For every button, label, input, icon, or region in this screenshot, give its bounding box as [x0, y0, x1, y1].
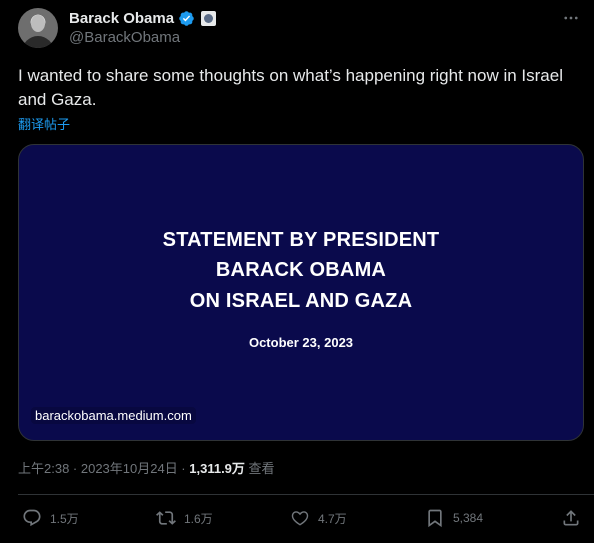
card-domain: barackobama.medium.com — [31, 407, 196, 424]
government-badge-icon[interactable] — [201, 10, 217, 26]
repost-count: 1.6万 — [184, 511, 213, 526]
repost-button[interactable]: 1.6万 — [156, 508, 213, 528]
tweet: Barack Obama @BarackObama I wanted to sh… — [0, 0, 594, 543]
views-label: 查看 — [244, 461, 275, 476]
author-name[interactable]: Barack Obama — [69, 10, 174, 27]
timestamp[interactable]: 上午2:38 · 2023年10月24日 · — [18, 461, 189, 476]
avatar[interactable] — [18, 8, 58, 48]
verified-badge-icon[interactable] — [178, 10, 195, 27]
tweet-text: I wanted to share some thoughts on what’… — [18, 66, 563, 109]
link-card[interactable]: STATEMENT BY PRESIDENT BARACK OBAMA ON I… — [18, 144, 584, 441]
like-count: 4.7万 — [318, 511, 347, 526]
more-horizontal-icon[interactable] — [562, 9, 580, 27]
avatar-face — [31, 15, 45, 32]
card-date: October 23, 2023 — [248, 335, 354, 350]
bookmark-count: 5,384 — [453, 511, 484, 525]
bookmark-icon — [428, 509, 442, 528]
avatar-shoulders — [22, 36, 54, 48]
card-headline-line-3: ON ISRAEL AND GAZA — [189, 290, 413, 312]
name-row: Barack Obama — [69, 8, 217, 28]
card-headline-line-2: BARACK OBAMA — [215, 259, 387, 281]
views-count: 1,311.9万 — [189, 461, 245, 476]
heart-icon — [291, 511, 309, 526]
tweet-meta: 上午2:38 · 2023年10月24日 · 1,311.9万 查看 — [18, 458, 275, 477]
divider — [18, 494, 594, 495]
reply-icon — [23, 509, 41, 527]
bookmark-button[interactable]: 5,384 — [425, 508, 483, 528]
reply-button[interactable]: 1.5万 — [22, 508, 79, 528]
author-handle[interactable]: @BarackObama — [69, 29, 216, 46]
author-block: Barack Obama @BarackObama — [69, 8, 217, 46]
like-button[interactable]: 4.7万 — [290, 508, 347, 528]
repost-icon — [156, 511, 176, 525]
share-button[interactable] — [561, 508, 581, 528]
translate-link[interactable]: 翻译帖子 — [18, 114, 70, 133]
reply-count: 1.5万 — [50, 511, 79, 526]
share-icon — [563, 510, 579, 526]
action-bar: 1.5万 1.6万 4.7万 5,384 — [0, 508, 594, 532]
card-headline-line-1: STATEMENT BY PRESIDENT — [162, 229, 440, 251]
